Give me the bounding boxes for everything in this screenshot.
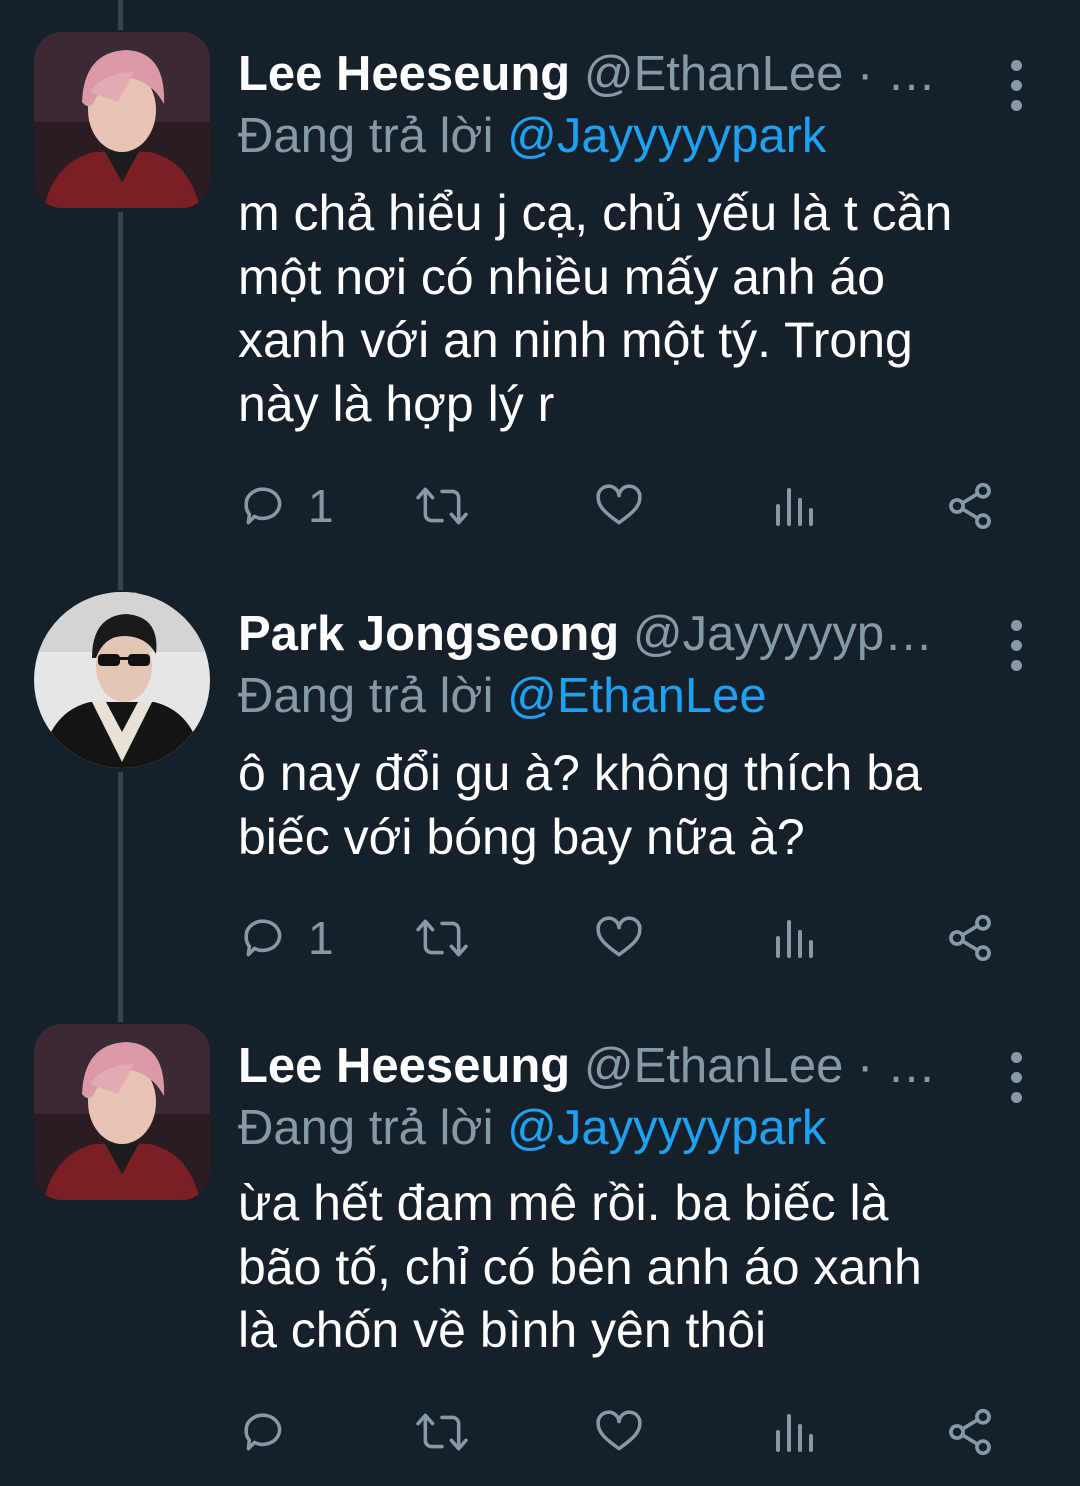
mention-link[interactable]: @Jayyyyypark <box>507 1101 826 1155</box>
reply-count: 1 <box>308 912 334 964</box>
replying-prefix: Đang trả lời <box>238 669 494 723</box>
share-button[interactable] <box>944 1402 996 1462</box>
action-bar: 1 <box>0 908 1080 968</box>
share-button[interactable] <box>944 908 996 968</box>
share-icon <box>949 1408 991 1456</box>
reply-icon <box>244 487 282 525</box>
heart-icon <box>596 1410 642 1451</box>
tweet-2[interactable]: Park Jongseong @Jayyyyyp… Đang trả lời @… <box>0 590 1080 1000</box>
tweet-text: ừa hết đam mê rồi. ba biếc là bão tố, ch… <box>238 1175 922 1358</box>
sunglasses-profile-avatar <box>34 592 210 768</box>
tweet-text: ô nay đổi gu à? không thích ba biếc với … <box>238 745 922 865</box>
retweet-button[interactable] <box>414 908 470 968</box>
analytics-icon <box>776 1414 813 1452</box>
pink-hair-profile-avatar <box>34 1024 210 1200</box>
like-button[interactable] <box>594 908 644 968</box>
tweet-header: Park Jongseong @Jayyyyyp… <box>238 604 960 664</box>
pink-hair-profile-avatar <box>34 32 210 208</box>
like-button[interactable] <box>594 1402 644 1462</box>
reply-icon <box>244 1413 282 1451</box>
tweet-header: Lee Heeseung @EthanLee · … <box>238 44 960 104</box>
display-name[interactable]: Lee Heeseung <box>238 47 570 101</box>
tweet-text: m chả hiểu j cạ, chủ yếu là t cần một nơ… <box>238 185 953 432</box>
more-options-button[interactable] <box>1004 52 1028 122</box>
user-handle[interactable]: @EthanLee <box>584 47 844 101</box>
share-icon <box>949 482 991 530</box>
user-handle[interactable]: @EthanLee <box>584 1039 844 1093</box>
replying-prefix: Đang trả lời <box>238 109 494 163</box>
replying-to: Đang trả lời @Jayyyyypark <box>238 106 826 166</box>
user-handle[interactable]: @Jayyyyyp… <box>633 607 933 661</box>
reply-button[interactable]: 1 <box>240 476 334 536</box>
share-icon <box>949 914 991 962</box>
reply-button[interactable] <box>240 1402 308 1462</box>
avatar[interactable] <box>34 592 210 768</box>
analytics-button[interactable] <box>770 1402 818 1462</box>
action-bar <box>0 1402 1080 1462</box>
avatar[interactable] <box>34 32 210 208</box>
heart-icon <box>596 484 642 525</box>
reply-count: 1 <box>308 480 334 532</box>
more-options-button[interactable] <box>1004 1044 1028 1114</box>
display-name[interactable]: Lee Heeseung <box>238 1039 570 1093</box>
mention-link[interactable]: @Jayyyyypark <box>507 109 826 163</box>
replying-prefix: Đang trả lời <box>238 1101 494 1155</box>
retweet-button[interactable] <box>414 476 470 536</box>
retweet-icon <box>416 487 468 525</box>
avatar[interactable] <box>34 1024 210 1200</box>
retweet-icon <box>416 1413 468 1451</box>
replying-to: Đang trả lời @EthanLee <box>238 666 767 726</box>
mention-link[interactable]: @EthanLee <box>507 669 767 723</box>
more-options-button[interactable] <box>1004 612 1028 682</box>
tweet-3[interactable]: Lee Heeseung @EthanLee · … Đang trả lời … <box>0 1022 1080 1486</box>
tweet-header: Lee Heeseung @EthanLee · … <box>238 1036 960 1096</box>
analytics-button[interactable] <box>770 476 818 536</box>
like-button[interactable] <box>594 476 644 536</box>
action-bar: 1 <box>0 476 1080 536</box>
analytics-icon <box>776 920 813 958</box>
timestamp-separator: · … <box>857 1039 936 1093</box>
thread-line-top <box>118 0 123 30</box>
retweet-icon <box>416 919 468 957</box>
reply-button[interactable]: 1 <box>240 908 334 968</box>
retweet-button[interactable] <box>414 1402 470 1462</box>
analytics-icon <box>776 488 813 526</box>
share-button[interactable] <box>944 476 996 536</box>
reply-icon <box>244 919 282 957</box>
timestamp-separator: · … <box>857 47 936 101</box>
replying-to: Đang trả lời @Jayyyyypark <box>238 1098 826 1158</box>
heart-icon <box>596 916 642 957</box>
display-name[interactable]: Park Jongseong <box>238 607 619 661</box>
analytics-button[interactable] <box>770 908 818 968</box>
tweet-1[interactable]: Lee Heeseung @EthanLee · … Đang trả lời … <box>0 30 1080 560</box>
